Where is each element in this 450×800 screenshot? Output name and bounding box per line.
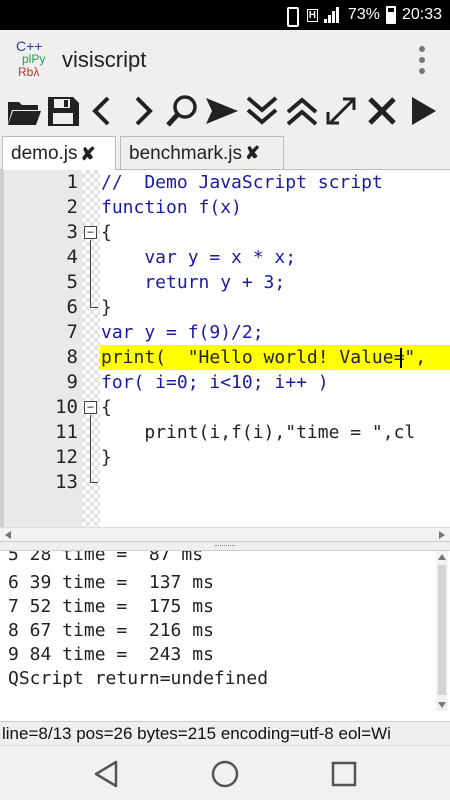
line-number: 8 [66, 346, 78, 368]
system-status-bar: H 73% 20:33 [0, 0, 450, 30]
logo-line-3: Rbλ [18, 65, 40, 79]
toolbar [0, 90, 450, 132]
scroll-down-icon[interactable] [438, 702, 446, 708]
search-icon[interactable] [163, 92, 201, 130]
save-icon[interactable] [44, 92, 82, 130]
system-navigation-bar [0, 745, 450, 800]
fold-toggle-icon[interactable]: − [84, 401, 97, 414]
line-text: } [101, 297, 112, 318]
line-text: { [101, 397, 112, 418]
back-icon[interactable] [84, 92, 122, 130]
fullscreen-icon[interactable] [323, 92, 361, 130]
line-number: 12 [55, 446, 78, 468]
recents-square-icon[interactable] [326, 756, 362, 792]
line-text: function f(x) [101, 197, 242, 218]
line-number: 10 [55, 396, 78, 418]
line-number: 6 [66, 296, 78, 318]
output-console[interactable]: 5 28 time = 87 ms 6 39 time = 137 ms 7 5… [0, 551, 450, 721]
code-line: 7 var y = f(9)/2; [0, 320, 450, 345]
line-text: var y = f(9)/2; [101, 322, 264, 343]
tab-label: benchmark.js [129, 142, 242, 164]
editor-status-line: line=8/13 pos=26 bytes=215 encoding=utf-… [0, 721, 450, 745]
code-line: 9 for( i=0; i<10; i++ ) [0, 370, 450, 395]
code-line: 1 // Demo JavaScript script [0, 170, 450, 195]
clock: 20:33 [401, 6, 442, 23]
console-line: 7 52 time = 175 ms [8, 596, 214, 617]
console-line: 6 39 time = 137 ms [8, 572, 214, 593]
line-text: { [101, 222, 112, 243]
fold-toggle-icon[interactable]: − [84, 226, 97, 239]
console-line: QScript return=undefined [8, 668, 269, 689]
code-line: 2 function f(x) [0, 195, 450, 220]
close-icon[interactable] [363, 92, 401, 130]
code-line: 12 } [0, 445, 450, 470]
line-text: var y = x * x; [101, 247, 297, 268]
scroll-up-icon[interactable] [438, 554, 446, 560]
expand-all-icon[interactable] [243, 92, 281, 130]
line-text: print( "Hello world! Value=", [101, 347, 427, 368]
scroll-left-icon[interactable] [5, 531, 11, 539]
file-tabs: demo.js ✘ benchmark.js ✘ [0, 132, 450, 171]
console-line: 9 84 time = 243 ms [8, 644, 214, 665]
app-title: visiscript [62, 47, 147, 72]
tab-close-icon[interactable]: ✘ [81, 144, 96, 165]
console-vertical-scrollbar[interactable] [436, 551, 448, 711]
vibrate-icon [281, 6, 301, 27]
overflow-menu-icon[interactable] [418, 46, 426, 74]
code-line: 13 [0, 470, 450, 495]
battery-icon [385, 6, 396, 24]
app-logo: C++ plPy Rbλ [14, 39, 56, 81]
app-bar: C++ plPy Rbλ visiscript [0, 30, 450, 90]
folder-open-icon[interactable] [5, 92, 43, 130]
send-icon[interactable] [203, 92, 241, 130]
run-icon[interactable] [403, 92, 441, 130]
line-number: 9 [66, 371, 78, 393]
code-editor[interactable]: 1 // Demo JavaScript script 2 function f… [0, 170, 450, 527]
line-text: // Demo JavaScript script [101, 172, 383, 193]
line-number: 5 [66, 271, 78, 293]
line-number: 4 [66, 246, 78, 268]
pane-splitter[interactable] [0, 541, 450, 551]
line-number: 11 [55, 421, 78, 443]
console-line: 8 67 time = 216 ms [8, 620, 214, 641]
line-text: } [101, 447, 112, 468]
scrollbar-thumb[interactable] [438, 565, 446, 695]
back-triangle-icon[interactable] [88, 756, 124, 792]
line-number: 2 [66, 196, 78, 218]
collapse-all-icon[interactable] [283, 92, 321, 130]
line-text: print(i,f(i),"time = ",cl [101, 422, 416, 443]
line-number: 13 [55, 471, 78, 493]
line-number: 1 [66, 171, 78, 193]
tab-benchmark-js[interactable]: benchmark.js ✘ [120, 136, 284, 170]
tab-label: demo.js [11, 143, 78, 164]
code-line-current: 8 print( "Hello world! Value=", [0, 345, 450, 370]
line-number: 7 [66, 321, 78, 343]
logo-line-1: C++ [16, 38, 43, 54]
code-line: 10 { [0, 395, 450, 420]
signal-icon [323, 7, 342, 23]
network-type-icon: H [306, 8, 318, 22]
editor-horizontal-scrollbar[interactable] [0, 527, 450, 541]
code-line: 5 return y + 3; [0, 270, 450, 295]
scroll-right-icon[interactable] [439, 531, 445, 539]
line-number: 3 [66, 221, 78, 243]
console-line: 5 28 time = 87 ms [8, 551, 204, 565]
code-line: 4 var y = x * x; [0, 245, 450, 270]
code-line: 6 } [0, 295, 450, 320]
tab-close-icon[interactable]: ✘ [245, 143, 260, 164]
line-text: return y + 3; [101, 272, 286, 293]
home-circle-icon[interactable] [207, 756, 243, 792]
code-line: 3 { [0, 220, 450, 245]
battery-percent: 73% [347, 6, 380, 23]
code-line: 11 print(i,f(i),"time = ",cl [0, 420, 450, 445]
logo-line-2: plPy [22, 52, 46, 66]
text-caret [400, 348, 402, 368]
forward-icon[interactable] [123, 92, 161, 130]
tab-demo-js[interactable]: demo.js ✘ [2, 136, 116, 171]
line-text: for( i=0; i<10; i++ ) [101, 372, 329, 393]
